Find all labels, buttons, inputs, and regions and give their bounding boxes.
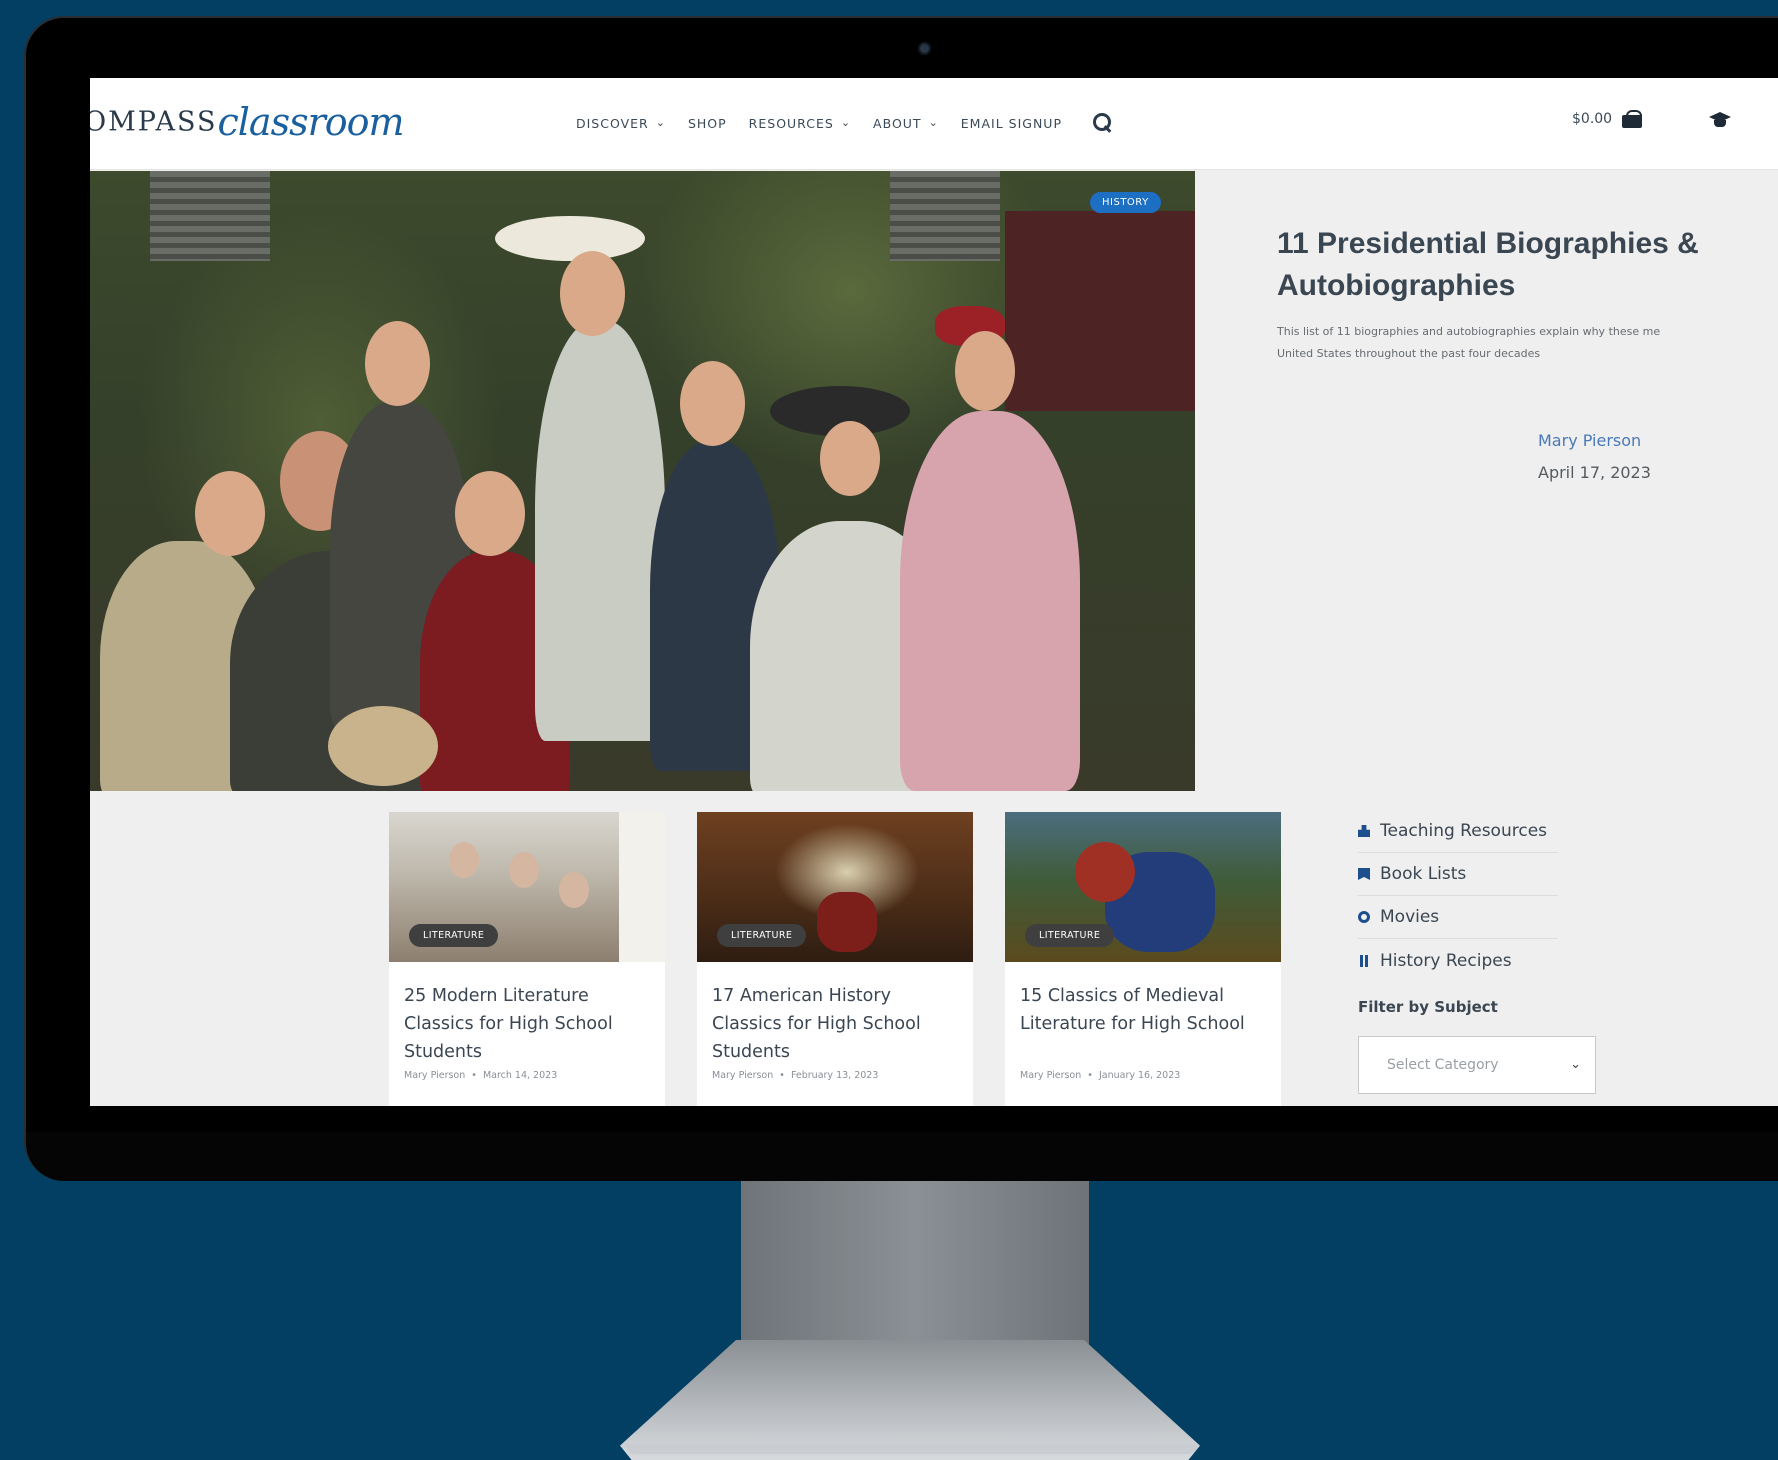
camera-icon [918,42,931,55]
window-shutter [150,171,270,261]
sidebar-item-label: Book Lists [1380,864,1467,884]
window-shutter [890,171,1000,261]
person-figure [900,411,1080,791]
card-date: March 14, 2023 [482,1070,558,1081]
hero-text: 11 Presidential Biographies & Autobiogra… [1277,223,1777,365]
nav-about[interactable]: ABOUT ⌄ [873,116,939,131]
logo-wordmark: OMPASS [90,106,218,138]
card-title[interactable]: 15 Classics of Medieval Literature for H… [1020,982,1270,1038]
white-hat [495,216,645,261]
graduation-cap-icon[interactable] [1708,112,1732,128]
monitor-stand-lip [626,1444,1198,1454]
chevron-down-icon: ⌄ [928,115,939,129]
excerpt-line: United States throughout the past four d… [1277,347,1541,360]
hero-featured-image[interactable] [90,171,1195,791]
card-date: January 16, 2023 [1098,1070,1181,1081]
hero-excerpt: This list of 11 biographies and autobiog… [1277,321,1778,365]
person-head [559,872,589,908]
card-image: LITERATURE [697,812,973,962]
sidebar-links: Teaching Resources Book Lists Movies His… [1358,810,1558,982]
category-badge[interactable]: LITERATURE [1025,924,1115,947]
column-pillar [619,812,665,962]
main-nav: DISCOVER ⌄ SHOP RESOURCES ⌄ ABOUT ⌄ EMAIL S… [576,112,1114,134]
person-head [680,361,745,446]
card-meta: Mary Pierson • March 14, 2023 [404,1070,558,1081]
sidebar-item-history-recipes[interactable]: History Recipes [1358,939,1558,982]
card-author[interactable]: Mary Pierson [1020,1070,1081,1081]
red-robe [1075,842,1135,902]
utensils-icon [1358,954,1370,967]
hero-author-link[interactable]: Mary Pierson [1538,431,1641,450]
cart-button[interactable]: $0.00 [1572,110,1643,128]
person-head [955,331,1015,411]
bookmark-icon [1358,868,1370,880]
person-head [449,842,479,878]
card-meta: Mary Pierson • January 16, 2023 [1020,1070,1181,1081]
cart-total: $0.00 [1572,111,1613,127]
nav-shop[interactable]: SHOP [688,116,727,131]
nav-label: SHOP [687,115,727,131]
card-image: LITERATURE [389,812,665,962]
site-header: OMPASSclassroom DISCOVER ⌄ SHOP RESOURCES… [90,78,1778,170]
person-head [820,421,880,496]
chevron-down-icon: ⌄ [655,115,666,129]
card-meta: Mary Pierson • February 13, 2023 [712,1070,879,1081]
sidebar-item-label: Movies [1380,907,1440,927]
hero-date: April 17, 2023 [1538,463,1651,482]
sidebar-item-teaching-resources[interactable]: Teaching Resources [1358,810,1558,853]
sidebar-item-movies[interactable]: Movies [1358,896,1558,939]
filter-label: Filter by Subject [1358,998,1498,1016]
person-head [365,321,430,406]
excerpt-line: This list of 11 biographies and autobiog… [1277,325,1661,338]
person-head [560,251,625,336]
cart-icon [1622,110,1643,128]
select-placeholder: Select Category [1387,1057,1499,1073]
sidebar-item-book-lists[interactable]: Book Lists [1358,853,1558,896]
person-head [195,471,265,556]
card-image: LITERATURE [1005,812,1281,962]
nav-label: ABOUT [873,115,922,131]
post-card[interactable]: LITERATURE 25 Modern Literature Classics… [389,812,665,1106]
card-title[interactable]: 17 American History Classics for High Sc… [712,982,962,1066]
nav-resources[interactable]: RESOURCES ⌄ [749,116,851,131]
post-card[interactable]: LITERATURE 15 Classics of Medieval Liter… [1005,812,1281,1106]
card-author[interactable]: Mary Pierson [404,1070,465,1081]
card-date: February 13, 2023 [790,1070,879,1081]
nav-discover[interactable]: DISCOVER ⌄ [576,116,666,131]
nav-email-signup[interactable]: EMAIL SIGNUP [961,116,1062,131]
category-badge-history[interactable]: HISTORY [1090,192,1161,213]
category-select[interactable]: Select Category ⌄ [1358,1036,1596,1094]
nav-label: DISCOVER [576,115,649,131]
person-head [455,471,525,556]
nav-label: EMAIL SIGNUP [960,115,1062,131]
nav-label: RESOURCES [748,115,834,131]
category-badge[interactable]: LITERATURE [717,924,807,947]
red-wall [1005,211,1195,411]
chevron-down-icon: ⌄ [840,115,852,129]
chevron-down-icon: ⌄ [1570,1057,1581,1072]
red-figure [817,892,877,952]
sidebar-item-label: History Recipes [1380,950,1512,971]
post-card[interactable]: LITERATURE 17 American History Classics … [697,812,973,1106]
search-icon[interactable] [1092,112,1114,134]
category-badge[interactable]: LITERATURE [409,924,499,947]
monitor-chin [26,1132,1778,1181]
card-author[interactable]: Mary Pierson [712,1070,773,1081]
person-head [509,852,539,888]
person-figure [535,321,665,741]
logo-script: classroom [217,100,405,144]
card-title[interactable]: 25 Modern Literature Classics for High S… [404,982,654,1066]
sidebar-item-label: Teaching Resources [1380,821,1548,841]
monitor-stand-base [620,1340,1200,1460]
site-logo[interactable]: OMPASSclassroom [90,100,405,150]
hero-title[interactable]: 11 Presidential Biographies & Autobiogra… [1277,223,1747,307]
movie-icon [1358,911,1370,923]
teaching-icon [1358,825,1370,837]
straw-hat [328,706,438,786]
browser-screen: OMPASSclassroom DISCOVER ⌄ SHOP RESOURCES… [90,78,1778,1106]
